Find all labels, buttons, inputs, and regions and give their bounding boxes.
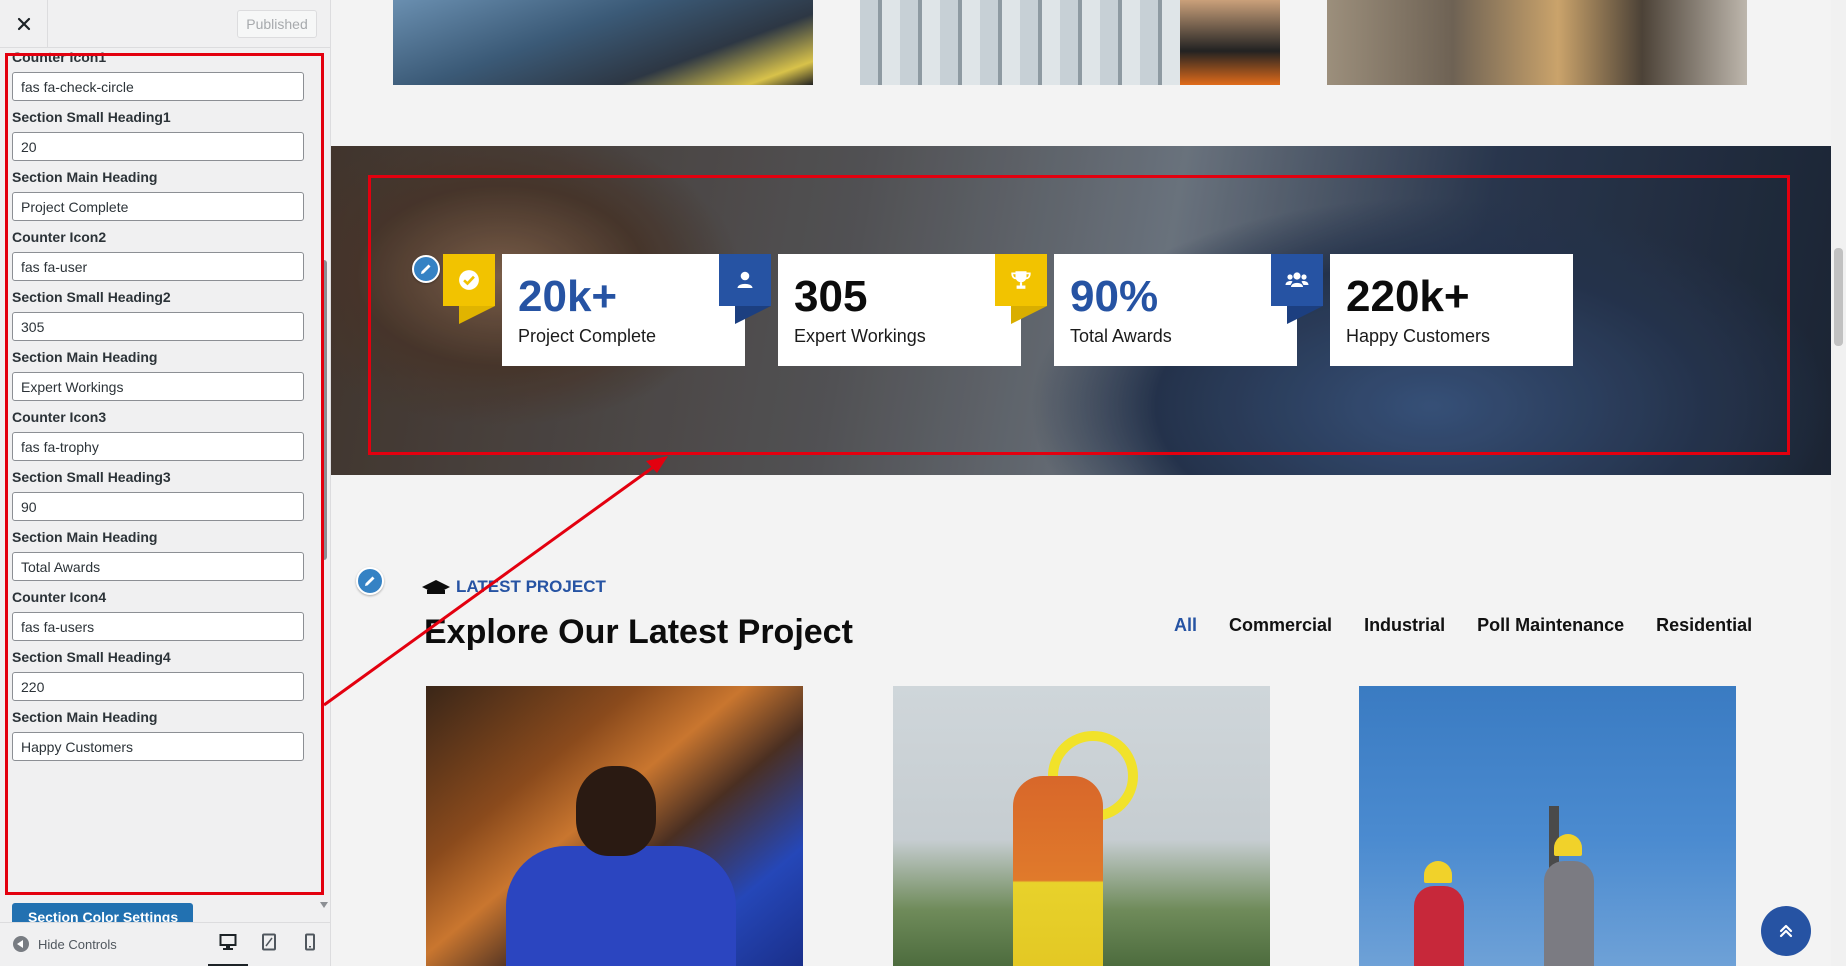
small-heading3-input[interactable] <box>12 492 304 521</box>
site-preview: 20k+ Project Complete 305 Expert Working… <box>331 0 1831 966</box>
projects-title: Explore Our Latest Project <box>424 613 853 651</box>
customizer-controls: Counter Icon1 Section Small Heading1 Sec… <box>0 48 330 916</box>
main-heading2-input[interactable] <box>12 372 304 401</box>
tablet-icon <box>262 933 276 951</box>
field-counter-icon3: Counter Icon3 <box>12 408 304 461</box>
project-image-1[interactable] <box>426 686 803 966</box>
field-label: Counter Icon3 <box>12 409 107 425</box>
project-image-2[interactable] <box>893 686 1270 966</box>
field-small-heading2: Section Small Heading2 <box>12 288 304 341</box>
graduation-cap-icon <box>422 580 450 594</box>
filter-industrial[interactable]: Industrial <box>1364 615 1445 636</box>
project-image-3[interactable] <box>1359 686 1736 966</box>
sidebar-scrollbar[interactable] <box>318 48 330 916</box>
hide-controls-button[interactable]: Hide Controls <box>13 936 117 952</box>
field-label: Section Main Heading <box>12 529 158 545</box>
field-small-heading3: Section Small Heading3 <box>12 468 304 521</box>
pencil-icon <box>421 264 431 274</box>
small-heading2-input[interactable] <box>12 312 304 341</box>
preview-scroll-thumb[interactable] <box>1834 248 1843 346</box>
field-main-heading3: Section Main Heading <box>12 528 304 581</box>
small-heading4-input[interactable] <box>12 672 304 701</box>
field-label: Section Main Heading <box>12 349 158 365</box>
field-label: Counter Icon4 <box>12 589 107 605</box>
field-small-heading1: Section Small Heading1 <box>12 108 304 161</box>
filter-residential[interactable]: Residential <box>1656 615 1752 636</box>
counter-icon2-input[interactable] <box>12 252 304 281</box>
customizer-footer: Hide Controls <box>0 922 330 966</box>
field-label: Section Small Heading4 <box>12 649 171 665</box>
double-chevron-up-icon <box>1779 924 1793 938</box>
main-heading4-input[interactable] <box>12 732 304 761</box>
desktop-icon <box>219 934 237 950</box>
scroll-to-top-button[interactable] <box>1761 906 1811 956</box>
projects-kicker: LATEST PROJECT <box>421 577 606 597</box>
preview-desktop-button[interactable] <box>208 933 248 966</box>
hide-controls-label: Hide Controls <box>38 936 117 952</box>
main-heading3-input[interactable] <box>12 552 304 581</box>
preview-scrollbar[interactable] <box>1831 0 1846 966</box>
close-icon <box>17 17 30 31</box>
collapse-arrow-icon <box>13 936 29 952</box>
edit-counters-shortcut[interactable] <box>412 255 440 283</box>
filter-all[interactable]: All <box>1174 615 1197 636</box>
service-image-3 <box>1327 0 1747 85</box>
field-main-heading1: Section Main Heading <box>12 168 304 221</box>
field-label: Section Small Heading1 <box>12 109 171 125</box>
field-main-heading2: Section Main Heading <box>12 348 304 401</box>
field-label: Section Small Heading3 <box>12 469 171 485</box>
field-counter-icon4: Counter Icon4 <box>12 588 304 641</box>
pencil-icon <box>365 576 375 586</box>
customizer-header: Published <box>0 0 330 48</box>
field-label: Section Main Heading <box>12 709 158 725</box>
highlight-box-counters <box>368 175 1790 455</box>
service-image-1 <box>393 0 813 85</box>
field-counter-icon2: Counter Icon2 <box>12 228 304 281</box>
field-counter-icon1: Counter Icon1 <box>12 48 304 101</box>
main-heading1-input[interactable] <box>12 192 304 221</box>
field-label: Section Main Heading <box>12 169 158 185</box>
counter-icon1-input[interactable] <box>12 72 304 101</box>
project-filters: All Commercial Industrial Poll Maintenan… <box>1174 615 1752 636</box>
projects-kicker-text: LATEST PROJECT <box>456 577 606 596</box>
close-customizer-button[interactable] <box>0 0 48 48</box>
customizer-sidebar: Published Counter Icon1 Section Small He… <box>0 0 331 966</box>
field-label: Section Small Heading2 <box>12 289 171 305</box>
small-heading1-input[interactable] <box>12 132 304 161</box>
field-label: Counter Icon2 <box>12 229 107 245</box>
preview-mobile-button[interactable] <box>290 933 330 966</box>
counter-icon3-input[interactable] <box>12 432 304 461</box>
publish-button[interactable]: Published <box>237 10 317 38</box>
edit-projects-shortcut[interactable] <box>356 567 384 595</box>
service-image-2 <box>860 0 1280 85</box>
filter-commercial[interactable]: Commercial <box>1229 615 1332 636</box>
filter-poll-maintenance[interactable]: Poll Maintenance <box>1477 615 1624 636</box>
scroll-down-arrow-icon[interactable] <box>320 902 328 908</box>
preview-tablet-button[interactable] <box>249 933 289 966</box>
field-small-heading4: Section Small Heading4 <box>12 648 304 701</box>
mobile-icon <box>305 933 315 951</box>
field-main-heading4: Section Main Heading <box>12 708 304 761</box>
counter-icon4-input[interactable] <box>12 612 304 641</box>
sidebar-scroll-thumb[interactable] <box>321 260 327 560</box>
counter-section: 20k+ Project Complete 305 Expert Working… <box>331 146 1831 475</box>
field-label: Counter Icon1 <box>12 49 107 65</box>
